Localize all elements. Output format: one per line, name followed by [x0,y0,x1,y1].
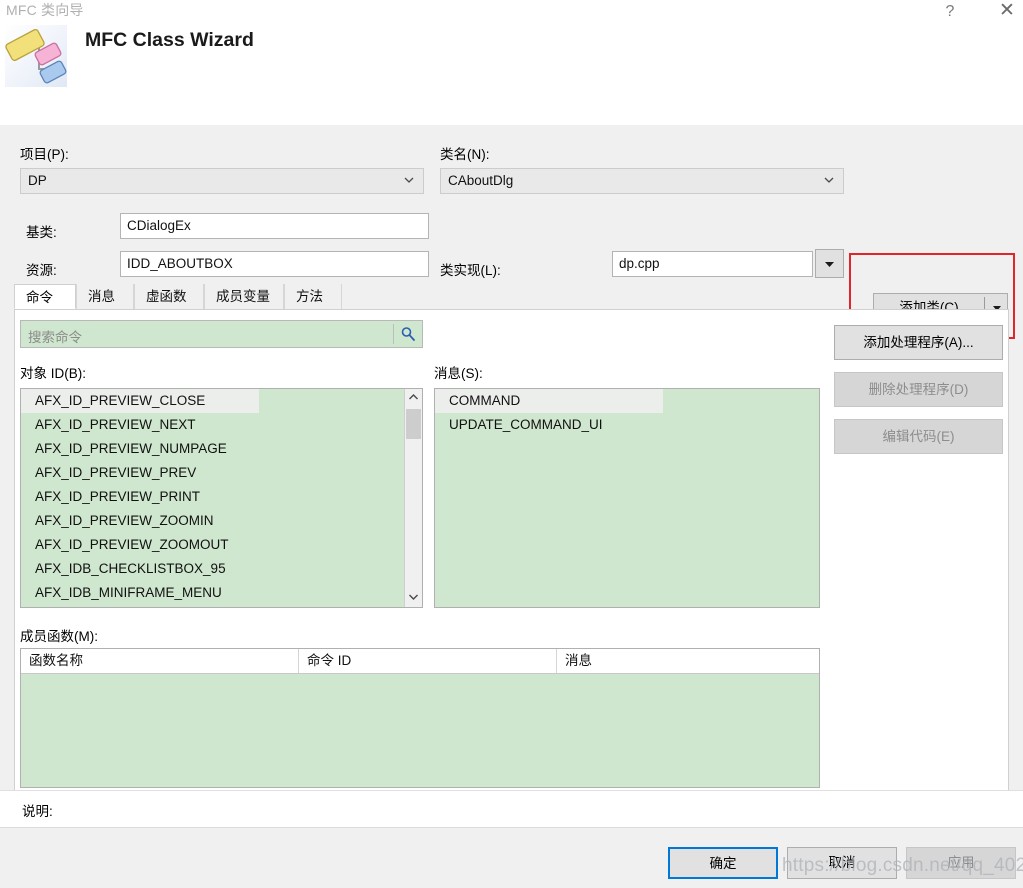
list-item[interactable]: AFX_IDB_MINIFRAME_MENU [21,581,422,605]
tab-virtual-functions[interactable]: 虚函数 [134,284,204,309]
ok-label: 确定 [709,856,737,871]
search-separator [393,324,394,344]
description-label: 说明: [22,804,53,819]
table-header-row: 函数名称 命令 ID 消息 [21,649,819,674]
search-placeholder: 搜索命令 [28,330,82,345]
add-handler-button[interactable]: 添加处理程序(A)... [834,325,1003,360]
tab-label: 方法 [296,289,323,304]
chevron-down-icon [823,174,835,186]
tab-member-variables[interactable]: 成员变量 [204,284,284,309]
tab-label: 消息 [88,289,115,304]
tab-commands[interactable]: 命令 [14,284,76,309]
class-name-combo-value: CAboutDlg [448,173,514,188]
object-ids-scrollbar[interactable] [404,389,422,607]
scroll-up-icon[interactable] [405,389,422,407]
scrollbar-thumb[interactable] [406,409,421,439]
help-button[interactable]: ? [928,0,972,24]
edit-code-button[interactable]: 编辑代码(E) [834,419,1003,454]
project-combo[interactable]: DP [20,168,424,194]
class-impl-label: 类实现(L): [440,263,501,278]
resource-label: 资源: [26,263,57,278]
project-label: 项目(P): [20,147,69,162]
apply-label: 应用 [947,855,975,870]
tab-methods[interactable]: 方法 [284,284,342,309]
window-caption: MFC 类向导 [6,2,84,18]
column-header-message[interactable]: 消息 [557,649,819,673]
mfc-wizard-icon [5,25,67,87]
list-item[interactable]: AFX_ID_PREVIEW_NUMPAGE [21,437,422,461]
delete-handler-label: 删除处理程序(D) [868,382,969,397]
list-item[interactable]: AFX_ID_PREVIEW_NEXT [21,413,422,437]
edit-code-label: 编辑代码(E) [882,429,955,444]
column-header-function-name[interactable]: 函数名称 [21,649,299,673]
list-item[interactable]: COMMAND [435,389,663,413]
list-item[interactable]: AFX_ID_PREVIEW_CLOSE [21,389,259,413]
list-item[interactable]: AFX_ID_PREVIEW_PRINT [21,485,422,509]
list-item[interactable]: AFX_ID_PREVIEW_ZOOMOUT [21,533,422,557]
ok-button[interactable]: 确定 [668,847,778,879]
base-class-label: 基类: [26,225,57,240]
base-class-value: CDialogEx [127,218,191,233]
tab-messages[interactable]: 消息 [76,284,134,309]
class-impl-dropdown-button[interactable] [815,249,844,278]
tab-label: 命令 [26,290,53,305]
class-name-combo[interactable]: CAboutDlg [440,168,844,194]
scroll-down-icon[interactable] [405,589,422,607]
project-combo-value: DP [28,173,47,188]
cancel-button[interactable]: 取消 [787,847,897,879]
member-functions-table[interactable]: 函数名称 命令 ID 消息 [20,648,820,788]
close-button[interactable]: ✕ [985,0,1023,24]
description-area: 说明: [0,790,1023,828]
search-icon[interactable] [400,326,416,342]
add-handler-label: 添加处理程序(A)... [863,335,974,350]
chevron-down-icon [403,174,415,186]
class-impl-value: dp.cpp [619,256,660,271]
page-title: MFC Class Wizard [85,29,254,51]
resource-value: IDD_ABOUTBOX [127,256,233,271]
delete-handler-button[interactable]: 删除处理程序(D) [834,372,1003,407]
object-ids-list[interactable]: AFX_ID_PREVIEW_CLOSE AFX_ID_PREVIEW_NEXT… [20,388,423,608]
tab-label: 虚函数 [146,289,187,304]
search-input[interactable]: 搜索命令 [20,320,423,348]
title-bar: MFC 类向导 ? ✕ MFC Class Wizard [0,0,1023,125]
base-class-field[interactable]: CDialogEx [120,213,429,239]
class-impl-field[interactable]: dp.cpp [612,251,813,277]
messages-list[interactable]: COMMAND UPDATE_COMMAND_UI [434,388,820,608]
object-ids-label: 对象 ID(B): [20,366,86,381]
column-header-command-id[interactable]: 命令 ID [299,649,557,673]
messages-label: 消息(S): [434,366,483,381]
member-functions-label: 成员函数(M): [20,629,98,644]
resource-field[interactable]: IDD_ABOUTBOX [120,251,429,277]
tab-label: 成员变量 [216,289,270,304]
list-item[interactable]: UPDATE_COMMAND_UI [435,413,819,437]
footer-bar: 确定 取消 应用 [0,828,1023,888]
list-item[interactable]: AFX_ID_PREVIEW_ZOOMIN [21,509,422,533]
cancel-label: 取消 [828,855,856,870]
apply-button[interactable]: 应用 [906,847,1016,879]
class-name-label: 类名(N): [440,147,490,162]
list-item[interactable]: AFX_ID_PREVIEW_PREV [21,461,422,485]
list-item[interactable]: AFX_IDB_CHECKLISTBOX_95 [21,557,422,581]
tab-strip: 命令 消息 虚函数 成员变量 方法 [14,284,1009,310]
